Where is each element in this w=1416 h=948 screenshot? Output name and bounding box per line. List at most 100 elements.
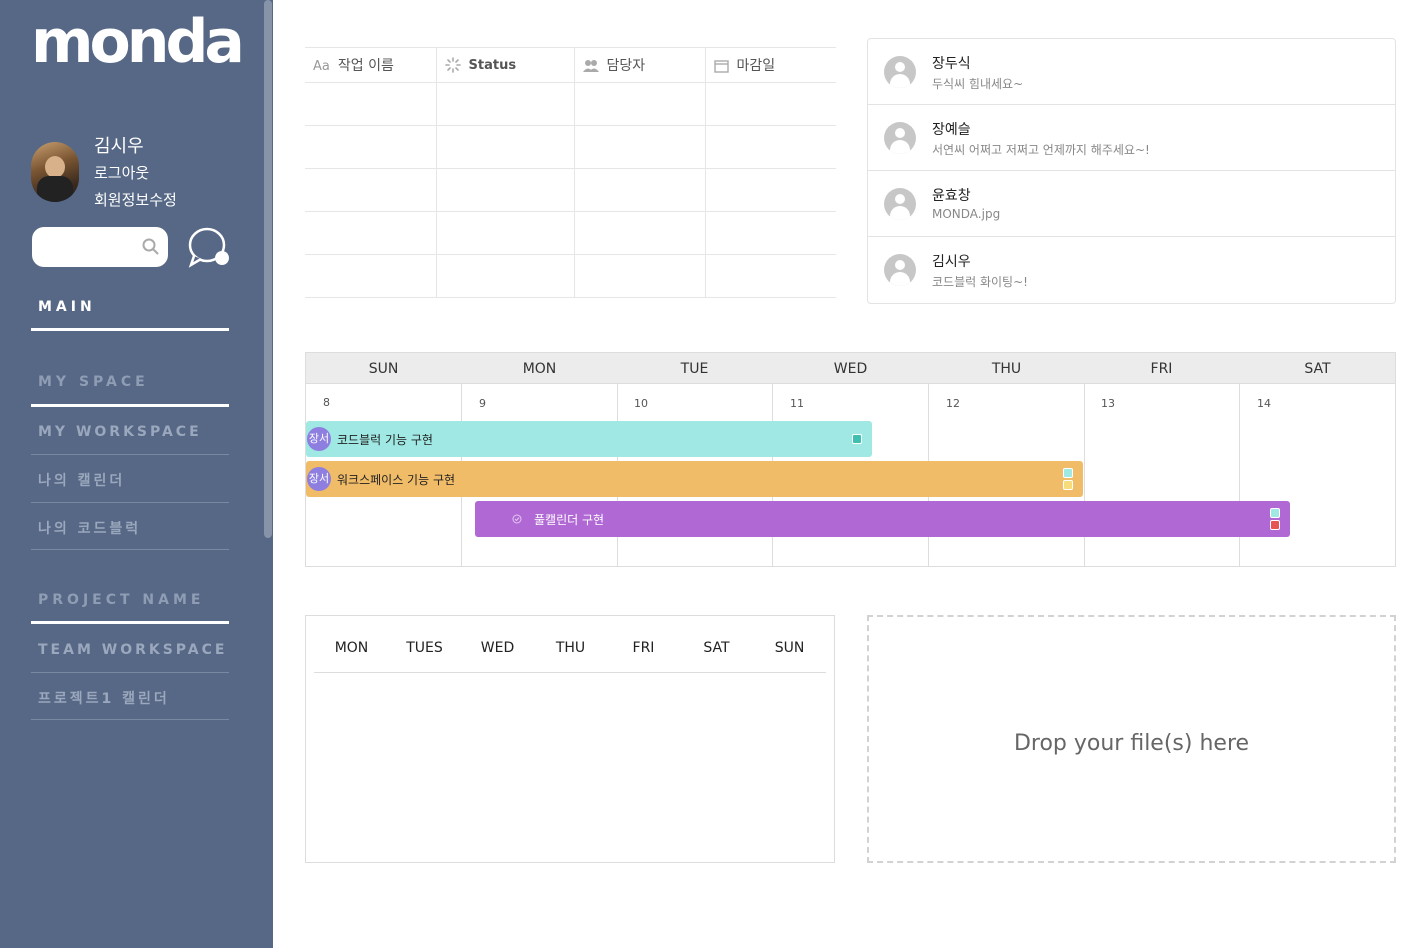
table-row[interactable] (305, 211, 836, 255)
weekday-label: TUES (406, 640, 443, 656)
avatar-icon (884, 56, 916, 88)
event-bar[interactable]: 장서 워크스페이스 기능 구현 (306, 461, 1083, 497)
table-row[interactable] (305, 168, 836, 212)
comment-item[interactable]: 김시우 코드블럭 화이팅~! (868, 237, 1395, 303)
color-tag-icon[interactable] (1270, 508, 1280, 518)
day-header-mon: MON (522, 361, 557, 377)
nav-project-name[interactable]: PROJECT NAME (38, 592, 204, 608)
day-header-fri: FRI (1150, 361, 1173, 377)
logo: monda (31, 7, 245, 77)
search-icon[interactable] (142, 238, 160, 256)
date-number[interactable]: 9 (479, 397, 486, 410)
logout-link[interactable]: 로그아웃 (94, 162, 149, 183)
column-label: Status (468, 58, 517, 73)
column-label: 작업 이름 (337, 58, 394, 74)
comment-item[interactable]: 장두식 두식씨 힘내세요~ (868, 39, 1395, 105)
event-bar[interactable]: 풀캘린더 구현 (475, 501, 1290, 537)
event-title: 코드블럭 기능 구현 (337, 433, 433, 447)
day-divider (1239, 384, 1240, 566)
date-number[interactable]: 14 (1257, 397, 1271, 410)
file-dropzone[interactable]: Drop your file(s) here (867, 615, 1396, 863)
date-number[interactable]: 8 (323, 396, 330, 409)
divider (31, 328, 229, 331)
divider (31, 454, 229, 455)
nav-my-space[interactable]: MY SPACE (38, 374, 149, 390)
day-header-sat: SAT (1304, 361, 1331, 377)
sidebar-scrollbar[interactable] (264, 0, 272, 538)
day-header-wed: WED (833, 361, 868, 377)
day-header-tue: TUE (680, 361, 709, 377)
check-circle-icon (512, 514, 522, 524)
calendar-header: SUN MON TUE WED THU FRI SAT (306, 353, 1395, 384)
table-row[interactable] (305, 82, 836, 126)
week-calendar: SUN MON TUE WED THU FRI SAT 8 9 10 11 12… (305, 352, 1396, 567)
table-row[interactable] (305, 254, 836, 298)
day-header-sun: SUN (368, 361, 399, 377)
weekday-label: THU (555, 640, 586, 656)
avatar (31, 142, 79, 202)
comment-author: 김시우 (932, 254, 971, 270)
status-loader-icon (444, 57, 461, 73)
divider (31, 502, 229, 503)
nav-my-codeblock[interactable]: 나의 코드블럭 (38, 518, 141, 538)
event-title: 풀캘린더 구현 (534, 513, 605, 527)
comment-text: 두식씨 힘내세요~ (932, 77, 1024, 91)
divider (31, 621, 229, 624)
comment-text: MONDA.jpg (932, 207, 1001, 221)
avatar-icon (884, 122, 916, 154)
weekly-schedule: MON TUES WED THU FRI SAT SUN (305, 615, 835, 863)
weekday-label: FRI (632, 640, 655, 656)
weekday-label: MON (334, 640, 369, 656)
text-type-icon: Aa (313, 58, 330, 74)
comment-item[interactable]: 장예슬 서연씨 어쩌고 저쩌고 언제까지 해주세요~! (868, 105, 1395, 171)
date-number[interactable]: 10 (634, 397, 648, 410)
column-label: 담당자 (606, 58, 646, 74)
date-number[interactable]: 11 (790, 397, 804, 410)
weekday-label: SAT (703, 640, 730, 656)
nav-main[interactable]: MAIN (38, 299, 96, 315)
nav-project1-calendar[interactable]: 프로젝트1 캘린더 (38, 688, 170, 708)
event-title: 워크스페이스 기능 구현 (337, 473, 456, 487)
comment-text: 서연씨 어쩌고 저쩌고 언제까지 해주세요~! (932, 143, 1150, 157)
divider (314, 672, 826, 673)
column-assignee[interactable]: 담당자 (573, 47, 705, 83)
color-tag-icon[interactable] (1063, 468, 1073, 478)
comment-author: 장두식 (932, 56, 971, 72)
day-divider (1084, 384, 1085, 566)
color-tag-icon[interactable] (1270, 520, 1280, 530)
user-name: 김시우 (94, 136, 144, 157)
comment-item[interactable]: 윤효창 MONDA.jpg (868, 171, 1395, 237)
comment-list: 장두식 두식씨 힘내세요~ 장예슬 서연씨 어쩌고 저쩌고 언제까지 해주세요~… (867, 38, 1396, 304)
dropzone-text: Drop your file(s) here (1013, 731, 1250, 756)
color-tag-icon[interactable] (852, 434, 862, 444)
comment-author: 윤효창 (932, 188, 971, 204)
nav-my-calendar[interactable]: 나의 캘린더 (38, 470, 125, 490)
task-table: Aa 작업 이름 Status 담당자 마감일 (305, 47, 836, 298)
divider (31, 404, 229, 407)
color-tag-icon[interactable] (1063, 480, 1073, 490)
people-icon (582, 60, 599, 72)
column-due-date[interactable]: 마감일 (704, 47, 836, 83)
weekday-label: SUN (774, 640, 805, 656)
column-status[interactable]: Status (435, 47, 574, 83)
divider (31, 719, 229, 720)
edit-profile-link[interactable]: 회원정보수정 (94, 189, 177, 210)
nav-team-workspace[interactable]: TEAM WORKSPACE (38, 642, 227, 658)
divider (31, 549, 229, 550)
table-header-row: Aa 작업 이름 Status 담당자 마감일 (305, 47, 836, 83)
date-number[interactable]: 12 (946, 397, 960, 410)
column-task-name[interactable]: Aa 작업 이름 (305, 47, 436, 83)
comment-author: 장예슬 (932, 122, 971, 138)
event-bar[interactable]: 장서 코드블럭 기능 구현 (306, 421, 872, 457)
divider (31, 672, 229, 673)
comment-text: 코드블럭 화이팅~! (932, 275, 1028, 289)
calendar-icon (713, 60, 729, 73)
sidebar: monda 김시우 로그아웃 회원정보수정 MAIN MY SPACE MY W… (0, 0, 273, 948)
chat-icon[interactable] (186, 224, 232, 270)
assignee-badge: 장서 (307, 467, 331, 491)
day-header-thu: THU (991, 361, 1022, 377)
date-number[interactable]: 13 (1101, 397, 1115, 410)
column-label: 마감일 (736, 58, 776, 74)
table-row[interactable] (305, 125, 836, 169)
nav-my-workspace[interactable]: MY WORKSPACE (38, 424, 202, 440)
